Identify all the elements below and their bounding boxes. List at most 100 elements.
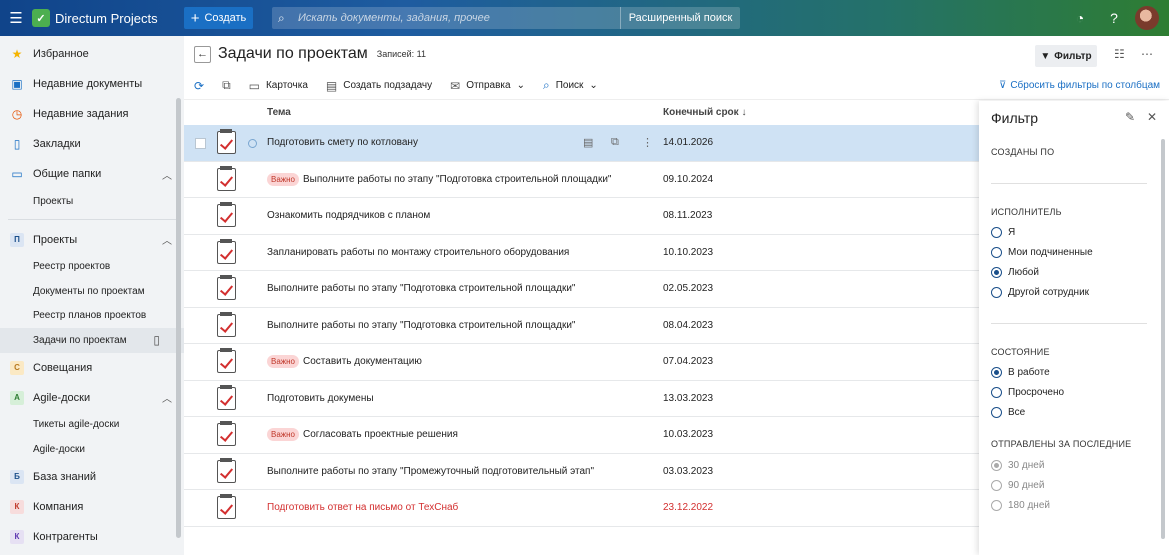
table-row[interactable]: Подготовить докумены 13.03.2023 bbox=[184, 381, 979, 417]
search-dropdown[interactable]: ⌕ Поиск ⌄ bbox=[543, 78, 598, 93]
executor-option[interactable]: Мои подчиненные bbox=[991, 247, 1093, 258]
send-icon: ✉ bbox=[450, 78, 461, 93]
sidebar-sub-projects-folder[interactable]: Проекты bbox=[0, 189, 184, 214]
filter-button[interactable]: ▼ Фильтр bbox=[1035, 45, 1097, 67]
global-search[interactable]: ⌕ Искать документы, задания, прочее Расш… bbox=[272, 7, 740, 29]
reset-column-filters[interactable]: ⊽ Сбросить фильтры по столбцам bbox=[999, 80, 1160, 91]
card-icon[interactable]: ▤ bbox=[583, 136, 593, 149]
radio-icon[interactable] bbox=[991, 480, 1002, 491]
sidebar-item-recent-tasks[interactable]: ◷ Недавние задания bbox=[0, 99, 184, 129]
executor-label: ИСПОЛНИТЕЛЬ bbox=[991, 207, 1062, 217]
table-row[interactable]: Выполните работы по этапу "Подготовка ст… bbox=[184, 271, 979, 308]
table-row[interactable]: Запланировать работы по монтажу строител… bbox=[184, 235, 979, 271]
sidebar-item-agile[interactable]: А Agile-доски ︿ bbox=[0, 383, 184, 413]
row-deadline: 10.03.2023 bbox=[663, 429, 714, 441]
radio-icon[interactable] bbox=[991, 460, 1002, 471]
divider bbox=[8, 218, 176, 220]
radio-icon[interactable] bbox=[991, 387, 1002, 398]
card-button[interactable]: ▭ Карточка bbox=[249, 79, 308, 93]
sidebar-scrollbar[interactable] bbox=[176, 98, 181, 538]
state-option[interactable]: Все bbox=[991, 407, 1025, 418]
help-icon[interactable]: ? bbox=[1097, 10, 1131, 26]
sent-option[interactable]: 180 дней bbox=[991, 500, 1050, 511]
executor-option[interactable]: Другой сотрудник bbox=[991, 287, 1089, 298]
sidebar-item-company[interactable]: К Компания bbox=[0, 492, 184, 522]
column-subject[interactable]: Тема bbox=[267, 107, 291, 118]
sidebar-item-favorites[interactable]: ★ Избранное bbox=[0, 39, 184, 69]
avatar[interactable] bbox=[1135, 6, 1159, 30]
sidebar-sub-project-tasks[interactable]: Задачи по проектам ▯ bbox=[0, 328, 184, 353]
executor-option[interactable]: Любой bbox=[991, 267, 1039, 278]
sidebar-item-bookmarks[interactable]: ▯ Закладки bbox=[0, 129, 184, 159]
page-header: ← Задачи по проектам Записей: 11 bbox=[184, 36, 1169, 72]
filter-icon: ▼ bbox=[1040, 50, 1051, 62]
sidebar-item-shared-folders[interactable]: ▭ Общие папки ︿ bbox=[0, 159, 184, 189]
more-icon[interactable]: ⋯ bbox=[1141, 47, 1153, 61]
executor-option[interactable]: Я bbox=[991, 227, 1015, 238]
row-deadline: 08.11.2023 bbox=[663, 210, 713, 222]
more-icon[interactable]: ⋮ bbox=[642, 136, 653, 149]
sort-icon: ↓ bbox=[741, 106, 747, 118]
sidebar-item-contractors[interactable]: К Контрагенты bbox=[0, 522, 184, 552]
radio-icon[interactable] bbox=[991, 407, 1002, 418]
sidebar-sub-project-registry[interactable]: Реестр проектов bbox=[0, 255, 184, 280]
back-button[interactable]: ← bbox=[194, 45, 211, 63]
create-button[interactable]: + Создать bbox=[184, 7, 253, 29]
bookmark-icon[interactable]: ▯ bbox=[153, 333, 160, 347]
menu-icon[interactable]: ☰ bbox=[0, 9, 32, 27]
sidebar-item-recent-docs[interactable]: ▣ Недавние документы bbox=[0, 69, 184, 99]
radio-icon[interactable] bbox=[991, 287, 1002, 298]
filter-scrollbar[interactable] bbox=[1161, 139, 1165, 539]
bookmark-icon: ▯ bbox=[13, 137, 21, 151]
card-icon: ▭ bbox=[248, 78, 260, 93]
settings-icon[interactable]: ☷ bbox=[1114, 47, 1125, 61]
table-row[interactable]: Ознакомить подрядчиков с планом 08.11.202… bbox=[184, 198, 979, 235]
sidebar-sub-agile-tickets[interactable]: Тикеты agile-доски bbox=[0, 413, 184, 438]
table-row[interactable]: Важно Выполните работы по этапу "Подготов… bbox=[184, 162, 979, 198]
radio-icon[interactable] bbox=[991, 367, 1002, 378]
clock-icon: ◷ bbox=[11, 107, 23, 121]
table-row[interactable]: Подготовить смету по котловану 14.01.2026… bbox=[184, 125, 979, 162]
sidebar-sub-project-documents[interactable]: Документы по проектам bbox=[0, 279, 184, 304]
sidebar-sub-agile-boards[interactable]: Agile-доски bbox=[0, 437, 184, 462]
refresh-button[interactable]: ⟳ bbox=[194, 79, 204, 93]
sent-option[interactable]: 90 дней bbox=[991, 480, 1044, 491]
row-radio[interactable] bbox=[248, 139, 257, 148]
chevron-up-icon[interactable]: ︿ bbox=[162, 167, 172, 182]
table-row[interactable]: Выполните работы по этапу "Подготовка ст… bbox=[184, 308, 979, 344]
state-option[interactable]: В работе bbox=[991, 367, 1050, 378]
sidebar-sub-project-plans[interactable]: Реестр планов проектов bbox=[0, 304, 184, 329]
send-dropdown[interactable]: ✉ Отправка ⌄ bbox=[450, 79, 525, 93]
pin-icon[interactable]: ✎ bbox=[1125, 110, 1135, 124]
created-by-label: СОЗДАНЫ ПО bbox=[991, 147, 1055, 157]
row-checkbox[interactable] bbox=[195, 138, 206, 149]
table-row[interactable]: Важно Составить документацию 07.04.2023 bbox=[184, 344, 979, 381]
plus-icon: + bbox=[190, 9, 200, 27]
state-option[interactable]: Просрочено bbox=[991, 387, 1064, 398]
subtask-icon: ▤ bbox=[325, 78, 338, 93]
refresh-icon: ⟳ bbox=[194, 78, 205, 93]
search-input[interactable]: Искать документы, задания, прочее bbox=[298, 12, 620, 24]
close-icon[interactable]: ✕ bbox=[1147, 110, 1157, 124]
sidebar-item-meetings[interactable]: С Совещания bbox=[0, 353, 184, 383]
radio-icon[interactable] bbox=[991, 227, 1002, 238]
table-row[interactable]: Важно Согласовать проектные решения 10.03.… bbox=[184, 417, 979, 454]
task-icon bbox=[217, 202, 236, 227]
column-deadline[interactable]: Конечный срок ↓ bbox=[663, 107, 746, 118]
radio-icon[interactable] bbox=[991, 500, 1002, 511]
sent-option[interactable]: 30 дней bbox=[991, 460, 1044, 471]
sidebar-item-projects[interactable]: П Проекты ︿ bbox=[0, 225, 184, 255]
create-subtask-button[interactable]: ▤ Создать подзадачу bbox=[326, 79, 432, 93]
copy-button[interactable]: ⧉ bbox=[222, 78, 231, 93]
sidebar-item-knowledge[interactable]: Б База знаний bbox=[0, 462, 184, 492]
connection-icon[interactable]: ◔ bbox=[1063, 10, 1097, 26]
advanced-search-button[interactable]: Расширенный поиск bbox=[620, 7, 740, 29]
table-row[interactable]: Выполните работы по этапу "Промежуточный… bbox=[184, 454, 979, 490]
radio-icon[interactable] bbox=[991, 247, 1002, 258]
app-logo[interactable]: ✓ Directum Projects bbox=[32, 9, 158, 27]
chevron-up-icon[interactable]: ︿ bbox=[162, 232, 172, 247]
chevron-up-icon[interactable]: ︿ bbox=[162, 390, 172, 405]
table-row[interactable]: Подготовить ответ на письмо от ТехСнаб 23… bbox=[184, 490, 979, 527]
radio-icon[interactable] bbox=[991, 267, 1002, 278]
copy-icon[interactable]: ⧉ bbox=[611, 136, 619, 149]
